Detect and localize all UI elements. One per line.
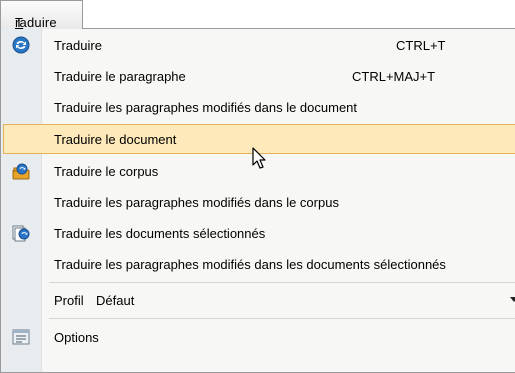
menu-item-label: Traduire le document: [54, 132, 177, 147]
menu-item-label: Options: [54, 330, 99, 345]
menu-item-traduire[interactable]: Traduire CTRL+T: [3, 30, 515, 61]
shortcut-label: CTRL+MAJ+T: [352, 69, 436, 84]
menu-traduire[interactable]: Traduire: [0, 0, 83, 30]
menu-item-traduire-paragraphes-modifies-document[interactable]: Traduire les paragraphes modifiés dans l…: [3, 92, 515, 123]
menu-item-label: Traduire les paragraphes modifiés dans l…: [54, 257, 446, 272]
menu-item-label: Traduire: [54, 38, 102, 53]
options-icon: [12, 328, 30, 346]
shortcut-label: CTRL+T: [396, 38, 446, 53]
menu-item-label: Traduire les paragraphes modifiés dans l…: [54, 100, 358, 115]
menu-bar: Traduire: [0, 0, 515, 30]
mouse-pointer-icon: [252, 147, 268, 174]
translate-icon: [12, 36, 30, 54]
profil-selector[interactable]: Profil Défaut: [3, 285, 515, 316]
menu-item-label: Traduire le paragraphe: [54, 69, 186, 84]
corpus-icon: [12, 162, 30, 180]
menu-item-label: Traduire les documents sélectionnés: [54, 226, 266, 241]
menu-item-traduire-documents-selectionnes[interactable]: Traduire les documents sélectionnés: [3, 218, 515, 249]
menu-item-options[interactable]: Options: [3, 322, 515, 353]
dropdown-menu: Traduire CTRL+T Traduire le paragraphe C…: [0, 28, 515, 373]
menu-item-traduire-paragraphe[interactable]: Traduire le paragraphe CTRL+MAJ+T: [3, 61, 515, 92]
profil-value: Défaut: [96, 293, 135, 308]
menu-separator: [49, 282, 515, 283]
chevron-down-icon[interactable]: [510, 297, 515, 302]
menu-item-label: Traduire le corpus: [54, 164, 159, 179]
menu-item-traduire-paragraphes-modifies-corpus[interactable]: Traduire les paragraphes modifiés dans l…: [3, 187, 515, 218]
menu-separator: [49, 318, 515, 319]
menu-item-traduire-paragraphes-modifies-documents-selectionnes[interactable]: Traduire les paragraphes modifiés dans l…: [3, 249, 515, 280]
menu-item-label: Traduire les paragraphes modifiés dans l…: [54, 195, 339, 210]
profil-label: Profil: [54, 293, 84, 308]
documents-icon: [12, 224, 30, 242]
